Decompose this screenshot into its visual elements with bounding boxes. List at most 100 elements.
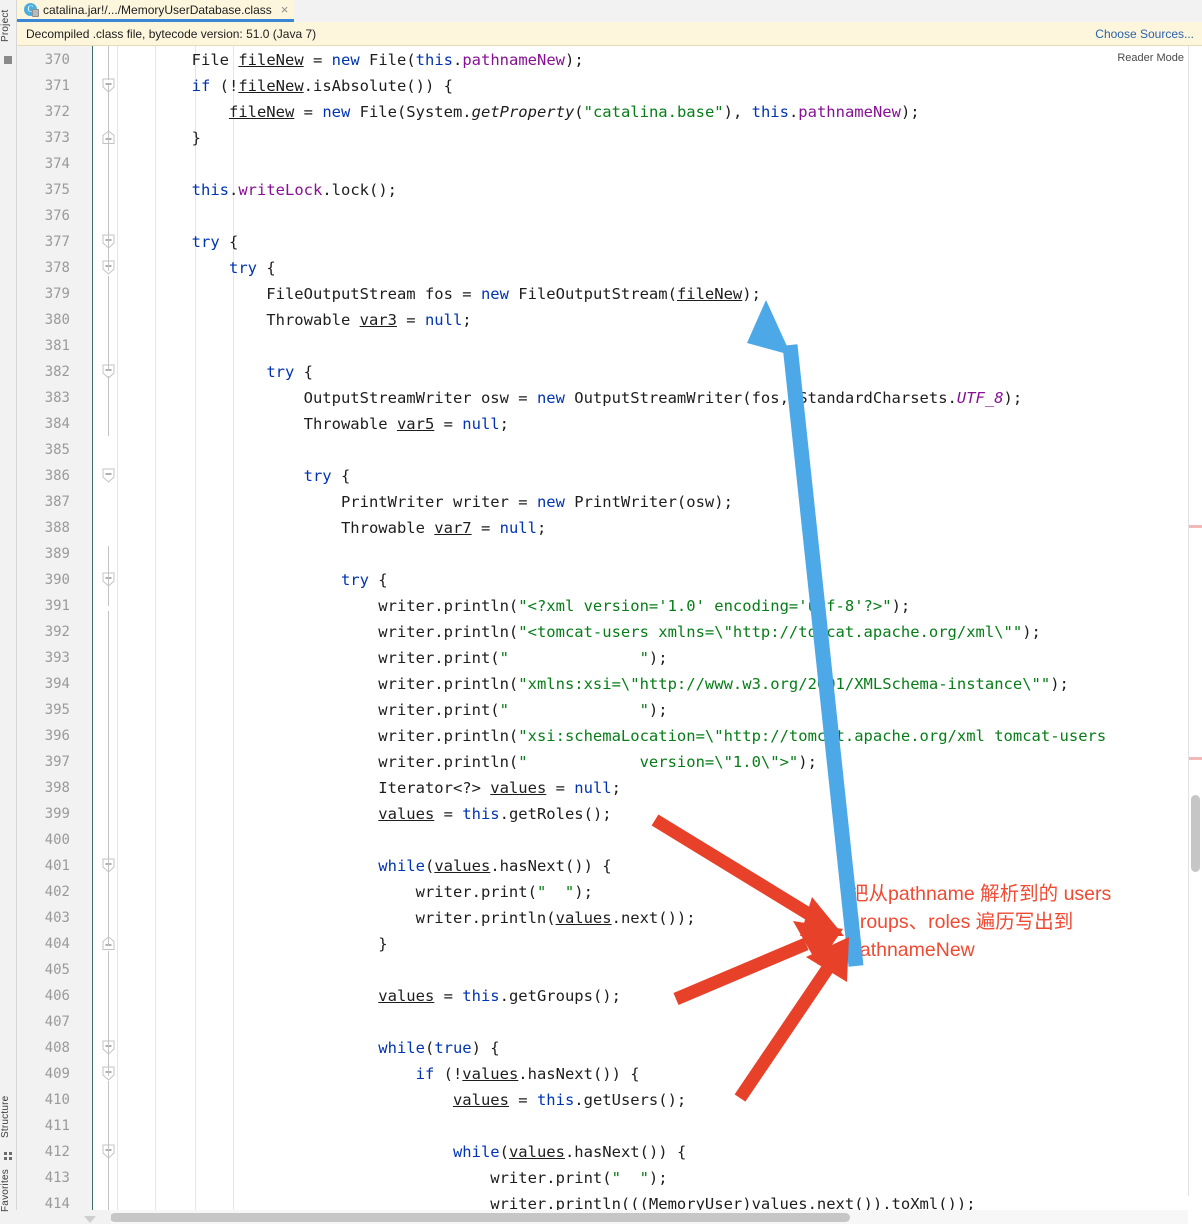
code-line[interactable]: while(values.hasNext()) { [117, 853, 611, 879]
code-line[interactable]: Throwable var5 = null; [117, 411, 509, 437]
reader-mode-label[interactable]: Reader Mode [1117, 52, 1184, 64]
line-number: 385 [44, 442, 70, 458]
tool-window-button-favorites[interactable]: Favorites [0, 1160, 16, 1222]
code-line[interactable]: if (!fileNew.isAbsolute()) { [117, 73, 453, 99]
line-number: 373 [44, 130, 70, 146]
fold-connector [108, 85, 109, 271]
code-line[interactable]: File fileNew = new File(this.pathnameNew… [117, 47, 584, 73]
code-line[interactable]: writer.println(" version=\"1.0\">"); [117, 749, 817, 775]
line-number: 410 [44, 1092, 70, 1108]
line-number: 371 [44, 78, 70, 94]
code-line[interactable]: try { [117, 255, 276, 281]
code-line[interactable]: if (!values.hasNext()) { [117, 1061, 640, 1087]
code-line[interactable]: writer.println(values.next()); [117, 905, 696, 931]
code-line[interactable]: Iterator<?> values = null; [117, 775, 621, 801]
code-line[interactable]: writer.print(" "); [117, 645, 667, 671]
line-number: 401 [44, 858, 70, 874]
code-line[interactable]: writer.println("xsi:schemaLocation=\"htt… [117, 723, 1106, 749]
line-number: 392 [44, 624, 70, 640]
line-number: 399 [44, 806, 70, 822]
line-number: 408 [44, 1040, 70, 1056]
horizontal-scrollbar-track[interactable] [16, 1210, 1188, 1224]
vertical-scrollbar-thumb[interactable] [1191, 795, 1200, 872]
annotation-note: 把从pathname 解析到的 users groups、roles 遍历写出到… [849, 883, 1112, 961]
line-number: 405 [44, 962, 70, 978]
code-line[interactable]: values = this.getRoles(); [117, 801, 611, 827]
fold-caret-icon[interactable] [84, 1216, 96, 1223]
code-line[interactable]: } [117, 125, 201, 151]
line-number: 409 [44, 1066, 70, 1082]
code-editor[interactable]: 370 371 372 373 374 375 376 377 378 379 380 381 382 3… [16, 46, 1202, 1224]
line-number: 412 [44, 1144, 70, 1160]
code-line[interactable]: try { [117, 359, 313, 385]
code-line[interactable]: values = this.getUsers(); [117, 1087, 686, 1113]
banner-message: Decompiled .class file, bytecode version… [26, 26, 317, 41]
code-line[interactable]: PrintWriter writer = new PrintWriter(osw… [117, 489, 733, 515]
error-stripe-marker[interactable] [1189, 757, 1202, 760]
horizontal-scrollbar-thumb[interactable] [110, 1213, 850, 1222]
code-line[interactable]: writer.println("xmlns:xsi=\"http://www.w… [117, 671, 1069, 697]
fold-collapse-icon[interactable] [101, 468, 116, 483]
line-number: 404 [44, 936, 70, 952]
line-number: 376 [44, 208, 70, 224]
choose-sources-link[interactable]: Choose Sources... [1095, 27, 1194, 41]
gutter-border [92, 46, 93, 1224]
line-number: 400 [44, 832, 70, 848]
code-line[interactable]: writer.print(" "); [117, 697, 667, 723]
code-line[interactable]: writer.print(" "); [117, 879, 593, 905]
code-line[interactable]: } [117, 931, 387, 957]
line-number: 388 [44, 520, 70, 536]
line-number: 380 [44, 312, 70, 328]
code-line[interactable]: writer.println("<?xml version='1.0' enco… [117, 593, 910, 619]
line-number: 402 [44, 884, 70, 900]
left-tool-strip: Project Structure Favorites [0, 0, 17, 1224]
editor-tab-bar: C catalina.jar!/.../MemoryUserDatabase.c… [16, 0, 1202, 22]
line-number: 384 [44, 416, 70, 432]
line-number: 370 [44, 52, 70, 68]
code-line[interactable]: try { [117, 463, 351, 489]
line-number: 383 [44, 390, 70, 406]
vertical-scrollbar-rail[interactable] [1188, 46, 1202, 1196]
line-number: 398 [44, 780, 70, 796]
rail-divider [1188, 46, 1189, 1196]
code-line[interactable]: writer.println("<tomcat-users xmlns=\"ht… [117, 619, 1041, 645]
editor-tab-memoryuserdatabase[interactable]: C catalina.jar!/.../MemoryUserDatabase.c… [16, 0, 295, 22]
line-number: 413 [44, 1170, 70, 1186]
line-number: 381 [44, 338, 70, 354]
structure-icon [4, 1152, 12, 1160]
fold-connector [108, 376, 109, 436]
code-line[interactable]: this.writeLock.lock(); [117, 177, 397, 203]
code-line[interactable]: while(values.hasNext()) { [117, 1139, 686, 1165]
code-line[interactable]: Throwable var7 = null; [117, 515, 546, 541]
line-number: 394 [44, 676, 70, 692]
code-content[interactable]: File fileNew = new File(this.pathnameNew… [117, 46, 1202, 1224]
fold-strip[interactable] [93, 46, 117, 1224]
fold-connector [108, 276, 109, 371]
line-number: 396 [44, 728, 70, 744]
fold-connector [108, 951, 109, 1076]
line-number: 391 [44, 598, 70, 614]
fold-connector [108, 1081, 109, 1224]
code-line[interactable]: Throwable var3 = null; [117, 307, 471, 333]
code-line[interactable]: try { [117, 229, 239, 255]
error-stripe-marker[interactable] [1189, 525, 1202, 528]
code-line[interactable]: OutputStreamWriter osw = new OutputStrea… [117, 385, 1023, 411]
code-line[interactable]: values = this.getGroups(); [117, 983, 621, 1009]
code-line[interactable]: writer.print(" "); [117, 1165, 667, 1191]
code-line[interactable]: while(true) { [117, 1035, 499, 1061]
code-line[interactable]: try { [117, 567, 388, 593]
tool-window-button-structure[interactable]: Structure [0, 1086, 16, 1148]
decompiled-file-banner: Decompiled .class file, bytecode version… [16, 22, 1202, 46]
close-icon[interactable]: × [281, 3, 289, 16]
gutter-bottom-filler [16, 1210, 111, 1224]
line-number: 389 [44, 546, 70, 562]
code-line[interactable]: fileNew = new File(System.getProperty("c… [117, 99, 920, 125]
tool-window-button-project[interactable]: Project [0, 2, 16, 50]
line-number: 374 [44, 156, 70, 172]
line-number: 406 [44, 988, 70, 1004]
line-number: 395 [44, 702, 70, 718]
line-number: 382 [44, 364, 70, 380]
code-line[interactable]: FileOutputStream fos = new FileOutputStr… [117, 281, 761, 307]
line-number: 375 [44, 182, 70, 198]
line-number: 386 [44, 468, 70, 484]
